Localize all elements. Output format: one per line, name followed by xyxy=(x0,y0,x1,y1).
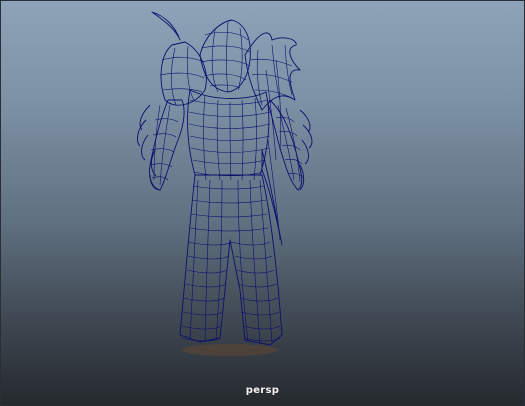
wireframe-mesh-vertical xyxy=(153,21,301,345)
hood-outline xyxy=(199,19,251,93)
right-shoulder-spikes xyxy=(244,32,301,111)
left-claws xyxy=(137,104,161,191)
camera-name-label: persp xyxy=(245,385,280,396)
left-arm xyxy=(149,99,185,191)
left-horn xyxy=(151,11,181,41)
right-arm xyxy=(267,99,303,191)
character-wireframe-model[interactable] xyxy=(0,0,525,406)
perspective-viewport[interactable]: persp xyxy=(0,0,525,406)
ground-shadow xyxy=(182,344,278,356)
wireframe-mesh xyxy=(149,31,304,342)
